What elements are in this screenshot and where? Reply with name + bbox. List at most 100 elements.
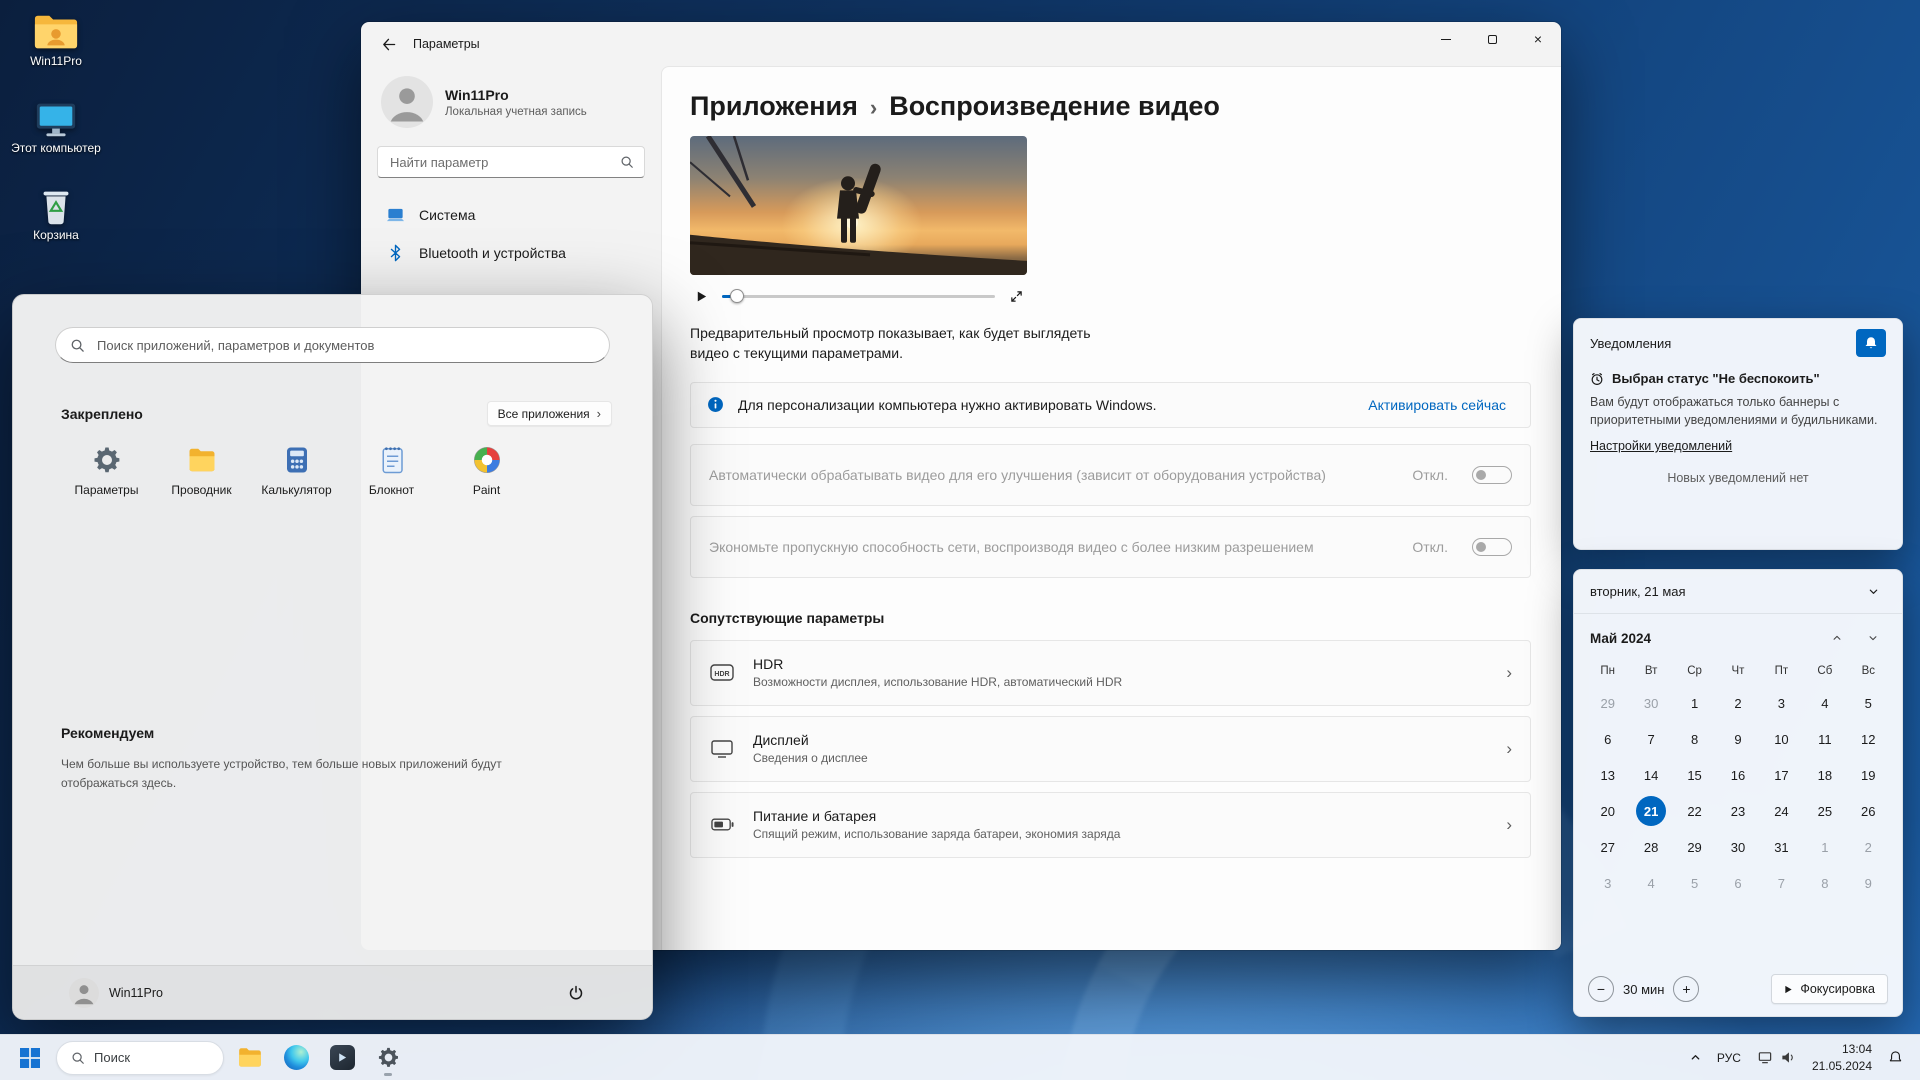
calendar-day[interactable]: 13 [1586,758,1629,792]
focus-start-button[interactable]: Фокусировка [1771,974,1888,1004]
calendar-day[interactable]: 25 [1803,794,1846,828]
calendar-day[interactable]: 19 [1847,758,1890,792]
decrease-duration-button[interactable]: − [1588,976,1614,1002]
calendar-month-label[interactable]: Май 2024 [1590,631,1651,646]
calendar-day[interactable]: 20 [1586,794,1629,828]
calendar-day[interactable]: 30 [1629,686,1672,720]
save-bandwidth-toggle[interactable] [1472,537,1512,556]
calendar-day[interactable]: 1 [1673,686,1716,720]
calendar-day[interactable]: 29 [1673,830,1716,864]
settings-search-input[interactable] [388,153,620,171]
hidden-icons-button[interactable] [1683,1038,1708,1078]
taskbar-explorer-button[interactable] [230,1038,270,1078]
related-row-hdr[interactable]: HDR HDR Возможности дисплея, использован… [690,639,1531,706]
pinned-title: Закреплено [61,405,143,422]
calendar-day[interactable]: 5 [1847,686,1890,720]
back-button[interactable] [371,29,405,59]
calendar-day[interactable]: 28 [1629,830,1672,864]
auto-process-toggle[interactable] [1472,465,1512,484]
all-apps-button[interactable]: Все приложения › [486,401,612,426]
calendar-day-selected[interactable]: 21 [1636,796,1667,826]
calendar-day[interactable]: 4 [1803,686,1846,720]
pinned-app-calculator[interactable]: Калькулятор [249,435,344,507]
pinned-app-paint[interactable]: Paint [439,435,534,507]
calendar-month-row: Май 2024 [1574,614,1902,654]
calendar-day[interactable]: 16 [1716,758,1759,792]
minimize-button[interactable] [1423,22,1469,56]
calendar-day[interactable]: 11 [1803,722,1846,756]
calendar-day[interactable]: 17 [1760,758,1803,792]
pinned-app-settings[interactable]: Параметры [59,435,154,507]
do-not-disturb-button[interactable] [1856,329,1886,357]
taskbar-app-button[interactable] [322,1038,362,1078]
calendar-day[interactable]: 15 [1673,758,1716,792]
play-button[interactable] [690,285,712,307]
calendar-day[interactable]: 7 [1760,866,1803,900]
calendar-day[interactable]: 10 [1760,722,1803,756]
taskbar-search[interactable]: Поиск [56,1040,224,1075]
slider-knob[interactable] [730,289,744,303]
calendar-collapse-button[interactable] [1860,580,1886,604]
desktop-icon-recycle-bin[interactable]: Корзина [8,182,104,247]
calendar-day[interactable]: 2 [1847,830,1890,864]
sidebar-item-system[interactable]: Система [375,196,647,234]
close-button[interactable]: × [1515,22,1561,56]
pinned-app-explorer[interactable]: Проводник [154,435,249,507]
battery-icon [709,818,735,831]
calendar-day[interactable]: 9 [1847,866,1890,900]
calendar-day[interactable]: 30 [1716,830,1759,864]
calendar-day[interactable]: 2 [1716,686,1759,720]
account-card[interactable]: Win11Pro Локальная учетная запись [375,68,647,142]
calendar-day[interactable]: 3 [1760,686,1803,720]
maximize-button[interactable] [1469,22,1515,56]
fullscreen-button[interactable] [1005,285,1027,307]
calendar-day[interactable]: 12 [1847,722,1890,756]
language-indicator[interactable]: РУС [1710,1038,1748,1078]
start-button[interactable] [10,1038,50,1078]
start-search-input[interactable] [95,336,595,354]
desktop-icon-user-folder[interactable]: Win11Pro [8,8,104,73]
calendar-day[interactable]: 29 [1586,686,1629,720]
seek-slider[interactable] [722,283,995,309]
calendar-day[interactable]: 6 [1586,722,1629,756]
taskbar-edge-button[interactable] [276,1038,316,1078]
search-icon [72,1051,84,1064]
start-menu-footer: Win11Pro [13,965,652,1019]
breadcrumb-parent[interactable]: Приложения [690,91,858,122]
calendar-day[interactable]: 8 [1803,866,1846,900]
taskbar-settings-button[interactable] [368,1038,408,1078]
calendar-day[interactable]: 7 [1629,722,1672,756]
sidebar-item-bluetooth[interactable]: Bluetooth и устройства [375,234,647,272]
pinned-app-notepad[interactable]: Блокнот [344,435,439,507]
calendar-day[interactable]: 31 [1760,830,1803,864]
calendar-day[interactable]: 14 [1629,758,1672,792]
calendar-day[interactable]: 6 [1716,866,1759,900]
calendar-day[interactable]: 5 [1673,866,1716,900]
network-volume-button[interactable] [1750,1038,1803,1078]
user-menu-button[interactable]: Win11Pro [69,977,163,1008]
power-button[interactable] [558,975,594,1011]
edge-icon [283,1045,309,1070]
preview-caption: Предварительный просмотр показывает, как… [690,325,1091,362]
calendar-day[interactable]: 22 [1673,794,1716,828]
calendar-day[interactable]: 8 [1673,722,1716,756]
notification-settings-link[interactable]: Настройки уведомлений [1590,439,1732,453]
related-row-display[interactable]: Дисплей Сведения о дисплее › [690,715,1531,782]
calendar-day[interactable]: 18 [1803,758,1846,792]
calendar-day[interactable]: 24 [1760,794,1803,828]
calendar-day[interactable]: 26 [1847,794,1890,828]
calendar-day[interactable]: 1 [1803,830,1846,864]
calendar-day[interactable]: 4 [1629,866,1672,900]
notification-center-button[interactable] [1881,1038,1910,1078]
clock[interactable]: 13:04 21.05.2024 [1805,1038,1879,1078]
activate-now-link[interactable]: Активировать сейчас [1368,397,1506,413]
calendar-day[interactable]: 27 [1586,830,1629,864]
calendar-day[interactable]: 9 [1716,722,1759,756]
calendar-prev-button[interactable] [1824,626,1850,650]
desktop-icon-this-pc[interactable]: Этот компьютер [8,95,104,160]
calendar-next-button[interactable] [1860,626,1886,650]
increase-duration-button[interactable]: + [1673,976,1700,1002]
calendar-day[interactable]: 3 [1586,866,1629,900]
related-row-power[interactable]: Питание и батарея Спящий режим, использо… [690,791,1531,858]
calendar-day[interactable]: 23 [1716,794,1759,828]
